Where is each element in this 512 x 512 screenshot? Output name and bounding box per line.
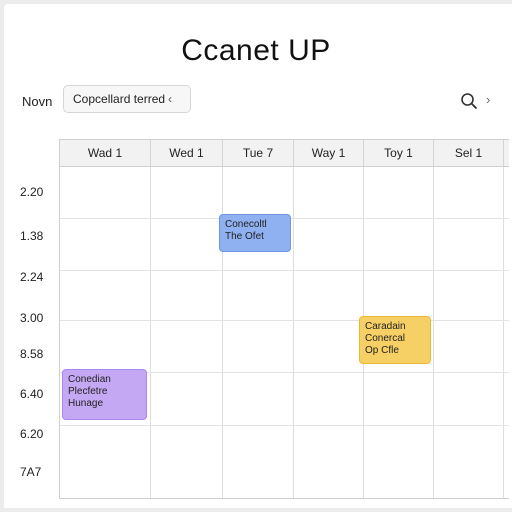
event-line: Hunage (68, 398, 104, 409)
grid-column-line (433, 167, 434, 498)
chevron-left-icon: ‹ (168, 92, 173, 106)
event-line: Conecoltl (225, 219, 267, 230)
day-header-overflow (504, 140, 509, 167)
day-header-6[interactable]: Sel 1 (434, 140, 504, 167)
time-label: 6.40 (20, 387, 44, 401)
calendar-event[interactable]: Caradain Conercal Op Cfle (359, 316, 431, 364)
grid-column-line (293, 167, 294, 498)
grid-column-line (503, 167, 504, 498)
day-header-4[interactable]: Way 1 (294, 140, 364, 167)
calendar-event[interactable]: Conecoltl The Ofet (219, 214, 291, 252)
calendar-dropdown[interactable]: Copcellard terred ‹ (63, 85, 191, 113)
time-label: 1.38 (20, 229, 44, 243)
event-line: Caradain (365, 321, 406, 332)
day-header-2[interactable]: Wed 1 (151, 140, 223, 167)
event-line: Conedian (68, 374, 111, 385)
chevron-right-icon[interactable]: › (486, 92, 490, 107)
day-header-3[interactable]: Tue 7 (223, 140, 294, 167)
nav-label[interactable]: Novn (22, 94, 52, 109)
grid-column-line (150, 167, 151, 498)
time-label: 8.58 (20, 347, 44, 361)
calendar-event[interactable]: Conedian Plecfetre Hunage (62, 369, 147, 420)
time-label: 7A7 (20, 465, 42, 479)
event-line: Op Cfle (365, 345, 399, 356)
grid-row-line (60, 270, 509, 271)
time-label: 3.00 (20, 311, 44, 325)
time-label: 2.24 (20, 270, 44, 284)
time-label: 2.20 (20, 185, 44, 199)
search-icon[interactable] (460, 92, 478, 110)
grid-row-line (60, 320, 509, 321)
time-label: 6.20 (20, 427, 44, 441)
page-title: Ccanet UP (181, 34, 331, 67)
day-header-1[interactable]: Wad 1 (60, 140, 151, 167)
dropdown-value: Copcellard terred (73, 92, 166, 106)
day-header-5[interactable]: Toy 1 (364, 140, 434, 167)
grid-row-line (60, 425, 509, 426)
calendar-grid: Wad 1 Wed 1 Tue 7 Way 1 Toy 1 Sel 1 (59, 139, 509, 499)
event-line: The Ofet (225, 231, 264, 242)
event-line: Conercal (365, 333, 406, 344)
event-line: Plecfetre (68, 386, 108, 397)
